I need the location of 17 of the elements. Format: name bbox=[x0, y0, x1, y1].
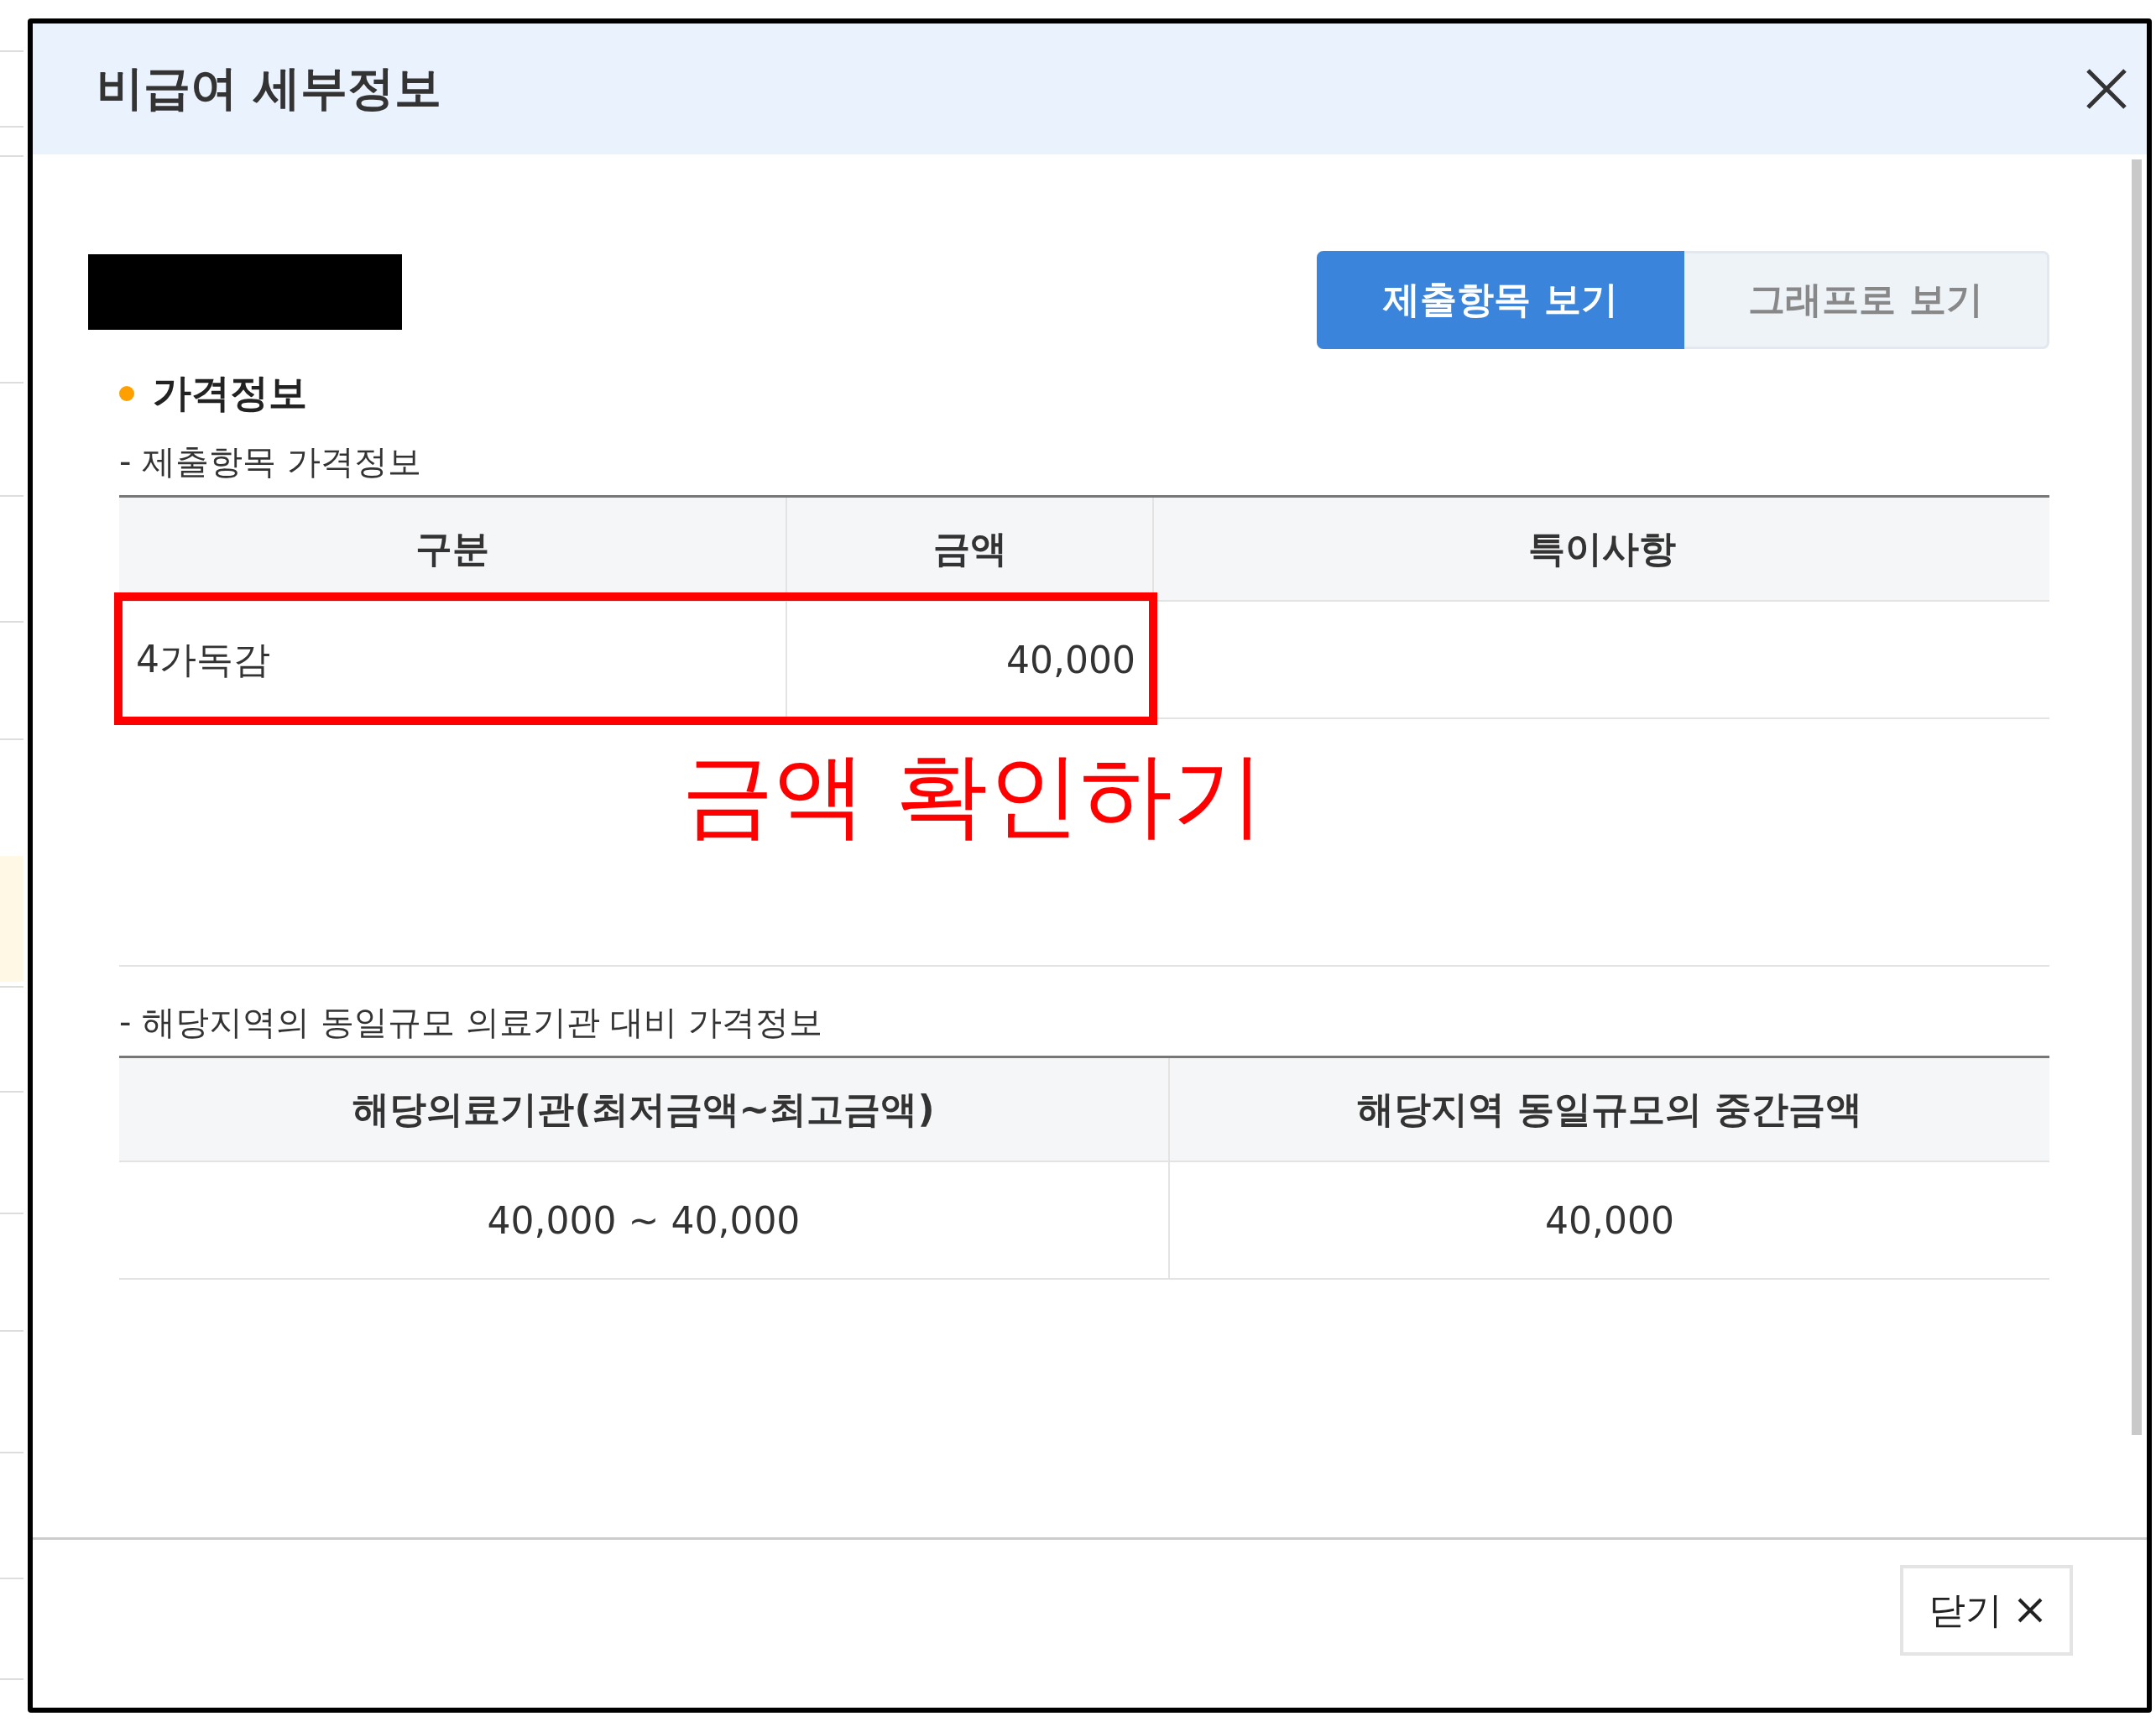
view-tab[interactable]: 제출항목 보기 bbox=[1317, 251, 1684, 349]
view-tab[interactable]: 그래프로 보기 bbox=[1684, 251, 2049, 349]
close-icon bbox=[2016, 1596, 2044, 1625]
table-caption: - 제출항목 가격정보 bbox=[119, 441, 422, 483]
column-header: 금액 bbox=[786, 496, 1153, 601]
annotation-text: 금액 확인하기 bbox=[681, 744, 1265, 846]
close-button[interactable]: 닫기 bbox=[1900, 1565, 2073, 1656]
column-header: 구분 bbox=[119, 496, 786, 601]
column-header: 특이사항 bbox=[1153, 496, 2049, 601]
section-title: 가격정보 bbox=[153, 369, 307, 417]
bullet-icon bbox=[119, 386, 134, 401]
column-header: 해당의료기관(최저금액~최고금액) bbox=[119, 1056, 1169, 1161]
dialog-title: 비급여 세부정보 bbox=[97, 60, 442, 117]
table-caption: - 해당지역의 동일규모 의료기관 대비 가격정보 bbox=[119, 1002, 823, 1043]
table-cell: 40,000 ~ 40,000 bbox=[119, 1161, 1169, 1279]
table-cell: 40,000 bbox=[1169, 1161, 2049, 1279]
column-header: 해당지역 동일규모의 중간금액 bbox=[1169, 1056, 2049, 1161]
